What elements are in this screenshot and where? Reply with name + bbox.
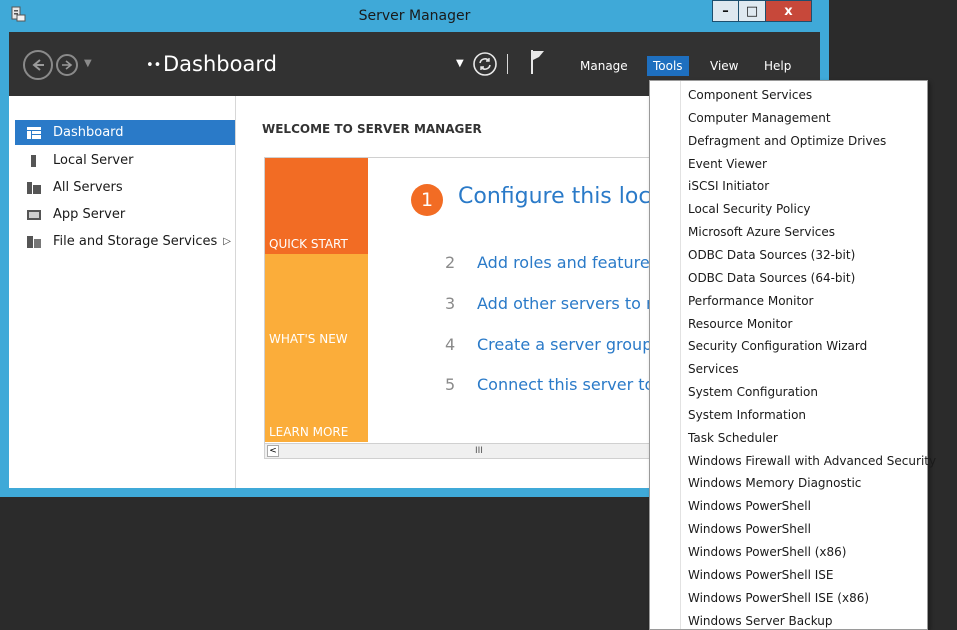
tile-whats-new[interactable]: WHAT'S NEW [265,254,368,349]
step-2-link[interactable]: Add roles and features [477,253,658,272]
scroll-thumb[interactable]: III [475,446,483,456]
step-1-badge: 1 [411,184,443,216]
breadcrumb-arrows[interactable]: •• [146,58,161,73]
toolbar-separator [507,54,508,74]
expand-arrow-icon[interactable]: ▷ [223,236,231,247]
step-2[interactable]: 2 Add roles and features [445,253,658,272]
tools-menu-item[interactable]: Windows PowerShell [681,518,927,540]
tools-menu-item[interactable]: Windows Memory Diagnostic [681,472,927,494]
tile-learn-more[interactable]: LEARN MORE [265,349,368,442]
refresh-dropdown-icon[interactable]: ▼ [456,58,464,69]
step-number: 2 [445,253,456,272]
minimize-button[interactable]: – [712,0,739,22]
tools-menu-item[interactable]: Windows Firewall with Advanced Security [681,450,936,472]
tile-label: WHAT'S NEW [269,332,348,346]
refresh-icon[interactable] [472,51,498,77]
sidebar: Dashboard Local Server All Servers App S… [9,96,236,488]
minimize-icon: – [722,3,729,19]
sidebar-item-label: Dashboard [53,125,124,140]
tools-menu-item[interactable]: ODBC Data Sources (64-bit) [681,267,927,289]
sidebar-item-label: File and Storage Services [53,234,218,249]
tools-menu-item[interactable]: Windows PowerShell (x86) [681,541,927,563]
tools-menu-item[interactable]: Security Configuration Wizard [681,335,927,357]
tools-menu-item[interactable]: Windows Server Backup [681,610,927,630]
window-title: Server Manager [358,8,471,24]
app-server-icon [27,209,41,220]
sidebar-item-all-servers[interactable]: All Servers [15,175,235,200]
history-dropdown-icon[interactable]: ▼ [84,58,92,69]
step-4[interactable]: 4 Create a server group [445,335,652,354]
tools-menu-item[interactable]: Local Security Policy [681,198,927,220]
title-bar[interactable]: Server Manager – □ x [0,0,829,32]
dashboard-icon [27,126,41,139]
sidebar-item-label: App Server [53,207,126,222]
menu-help[interactable]: Help [758,56,797,76]
tile-label: QUICK START [269,237,348,251]
tools-menu-item[interactable]: Microsoft Azure Services [681,221,927,243]
step-number: 5 [445,375,456,394]
step-4-link[interactable]: Create a server group [477,335,652,354]
tools-menu-item[interactable]: Defragment and Optimize Drives [681,130,927,152]
back-button[interactable] [23,50,53,80]
tools-menu-item[interactable]: Performance Monitor [681,290,927,312]
close-icon: x [784,3,793,19]
arrow-left-icon [32,59,44,71]
close-button[interactable]: x [766,0,812,22]
step-number: 4 [445,335,456,354]
tools-menu-item[interactable]: System Configuration [681,381,927,403]
notifications-flag-icon[interactable] [529,48,549,76]
menu-tools[interactable]: Tools [647,56,689,76]
sidebar-item-file-storage[interactable]: File and Storage Services ▷ [15,229,235,254]
file-storage-icon [27,235,41,248]
scroll-left-button[interactable]: < [267,445,279,457]
tools-menu-item[interactable]: System Information [681,404,927,426]
tile-quick-start[interactable]: QUICK START [265,158,368,254]
tile-label: LEARN MORE [269,425,349,439]
maximize-button[interactable]: □ [739,0,766,22]
tools-menu-item[interactable]: Resource Monitor [681,313,927,335]
sidebar-item-app-server[interactable]: App Server [15,202,235,227]
arrow-right-icon [62,60,73,70]
tools-menu-item[interactable]: Event Viewer [681,153,927,175]
forward-button[interactable] [56,54,78,76]
tools-menu-item[interactable]: iSCSI Initiator [681,175,927,197]
tools-menu-item[interactable]: Task Scheduler [681,427,927,449]
sidebar-item-label: All Servers [53,180,123,195]
menu-manage[interactable]: Manage [574,56,634,76]
servers-icon [27,181,41,194]
step-number: 3 [445,294,456,313]
maximize-icon: □ [745,3,759,19]
tools-menu-item[interactable]: Component Services [681,84,927,106]
sidebar-item-label: Local Server [53,153,134,168]
sidebar-item-local-server[interactable]: Local Server [15,148,235,173]
tools-menu-item[interactable]: Windows PowerShell [681,495,927,517]
tools-menu-item[interactable]: Computer Management [681,107,927,129]
server-icon [31,154,36,167]
menu-view[interactable]: View [704,56,744,76]
tools-menu-item[interactable]: Windows PowerShell ISE (x86) [681,587,927,609]
welcome-heading: WELCOME TO SERVER MANAGER [262,122,482,136]
horizontal-scrollbar[interactable]: < III [265,443,708,458]
quick-start-panel: QUICK START WHAT'S NEW LEARN MORE 1 Conf… [264,157,709,459]
tools-menu-item[interactable]: Services [681,358,927,380]
tools-dropdown-menu: Component Services Computer Management Def… [649,80,936,630]
tools-menu-item[interactable]: ODBC Data Sources (32-bit) [681,244,927,266]
tools-menu-item[interactable]: Windows PowerShell ISE [681,564,927,586]
sidebar-item-dashboard[interactable]: Dashboard [15,120,235,145]
page-title: Dashboard [163,52,277,76]
